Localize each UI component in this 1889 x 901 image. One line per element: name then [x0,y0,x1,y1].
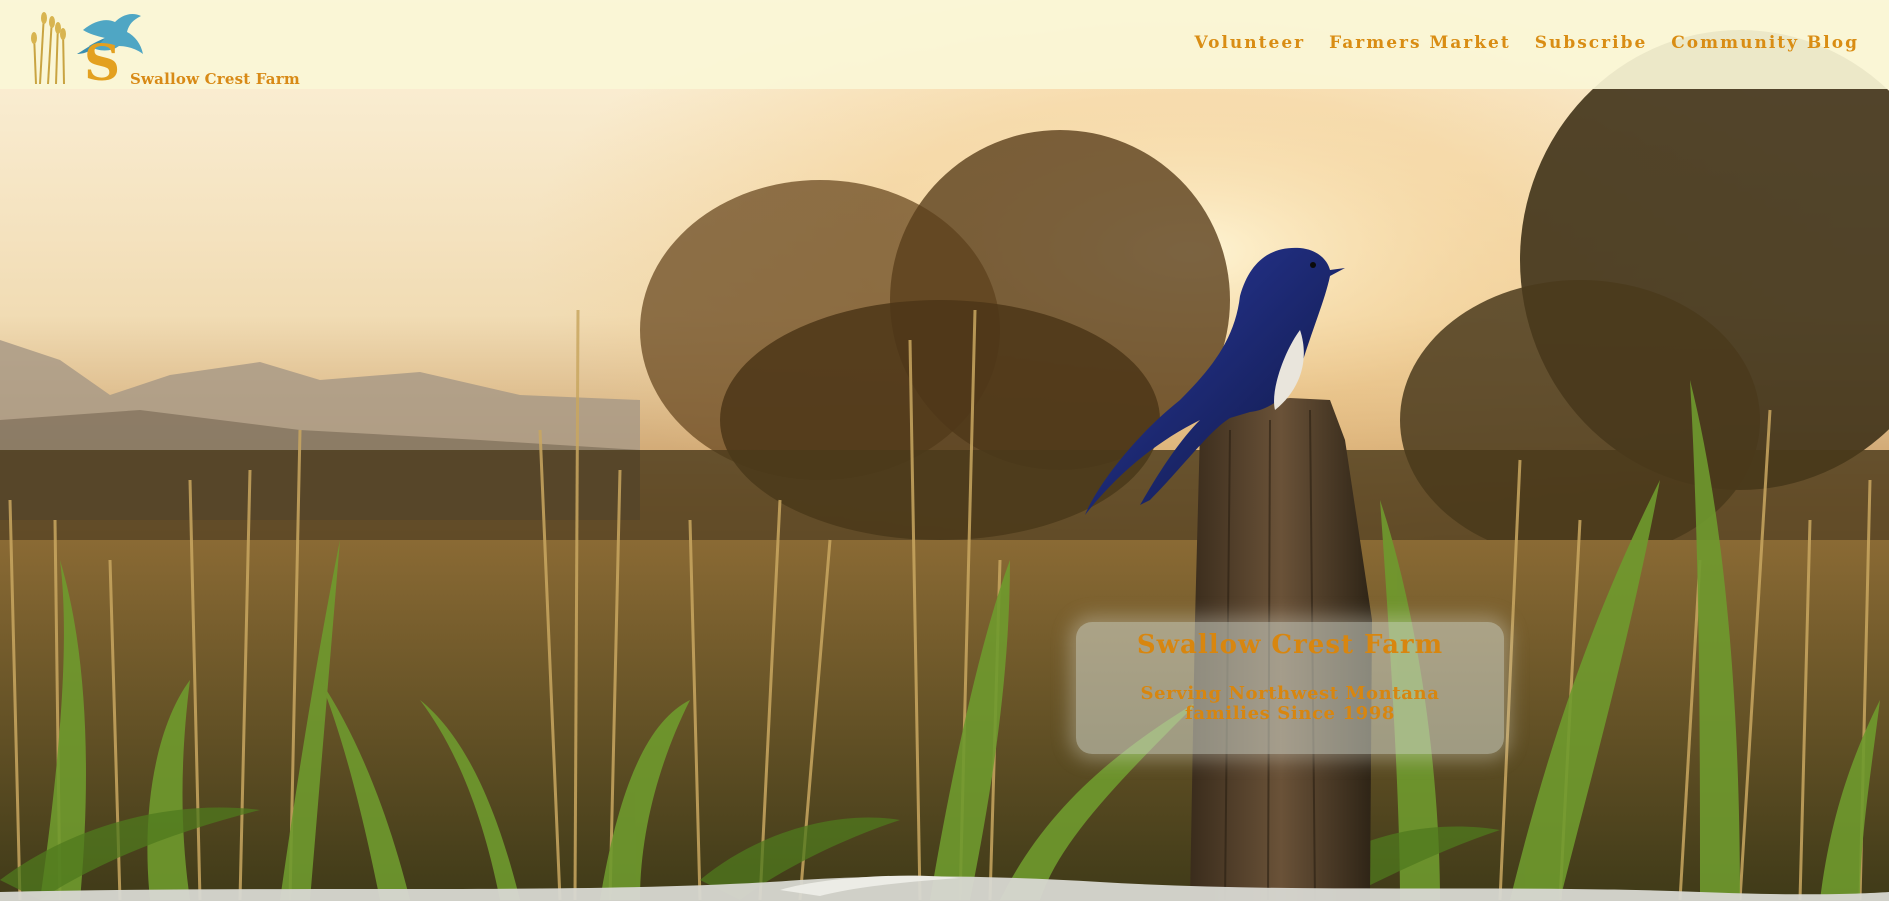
hero-title: Swallow Crest Farm [1136,630,1444,660]
nav-subscribe[interactable]: Subscribe [1535,33,1648,53]
nav-community-blog[interactable]: Community Blog [1671,33,1859,53]
logo-s-letter: S [84,34,118,86]
hero-subtitle: Serving Northwest Montana families Since… [1140,683,1440,724]
logo-wordmark: Swallow Crest Farm [130,70,300,88]
main-nav: Volunteer Farmers Market Subscribe Commu… [1195,33,1860,53]
site-header: S Swallow Crest Farm Volunteer Farmers M… [0,0,1889,89]
site-logo[interactable]: S Swallow Crest Farm [30,4,300,88]
hero-tagline-card: Swallow Crest Farm Serving Northwest Mon… [1076,622,1504,754]
nav-farmers-market[interactable]: Farmers Market [1329,33,1511,53]
hero-image [0,0,1889,901]
svg-text:S: S [84,34,118,86]
hero-banner [0,0,1889,901]
nav-volunteer[interactable]: Volunteer [1195,33,1306,53]
